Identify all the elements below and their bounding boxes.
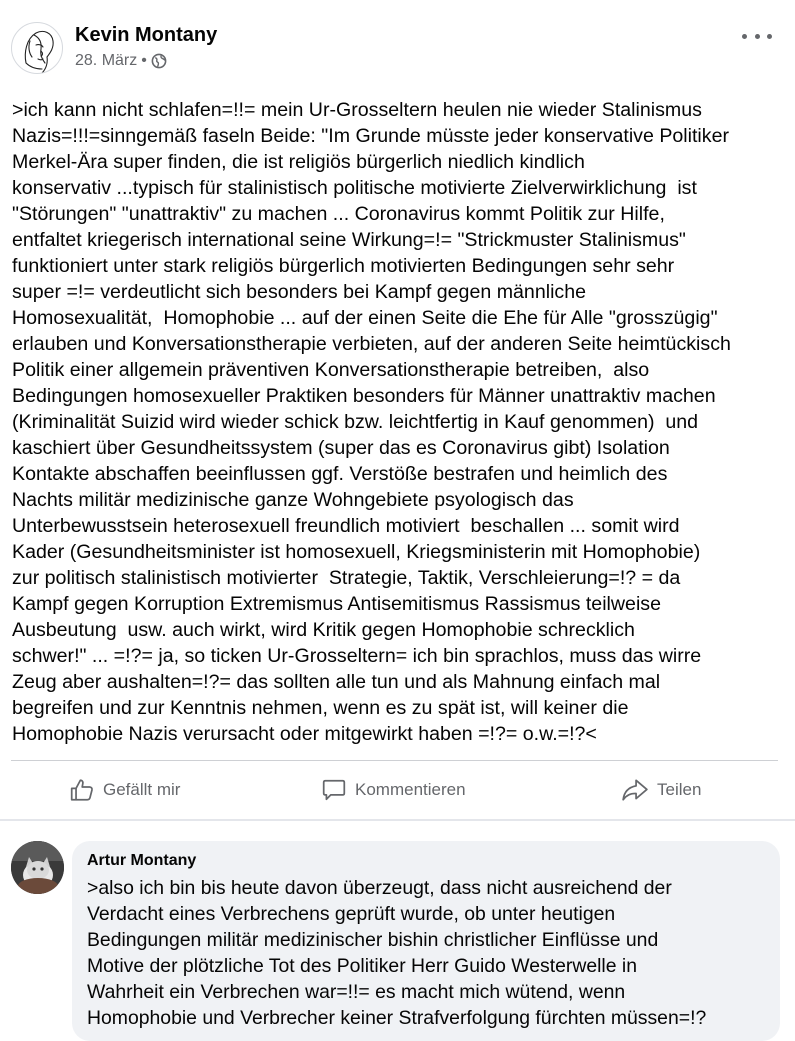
post-date[interactable]: 28. März — [75, 52, 137, 70]
more-options-button[interactable] — [742, 24, 772, 48]
thumbs-up-icon — [70, 779, 93, 801]
post-text-line: zur politisch stalinistisch motivierter … — [12, 567, 681, 589]
post-text-line: (Kriminalität Suizid wird wieder schick … — [12, 411, 699, 433]
sketch-portrait-icon — [24, 30, 54, 73]
post-text-line: Merkel-Ära super finden, die ist religiö… — [12, 151, 585, 173]
like-button[interactable]: Gefällt mir — [69, 764, 180, 816]
comment-author[interactable]: Artur Montany — [87, 852, 196, 870]
post-text-line: Bedingungen homosexueller Praktiken beso… — [12, 385, 716, 407]
post-text-line: Kader (Gesundheitsminister ist homosexue… — [12, 541, 701, 563]
post-text: >ich kann nicht schlafen=!!= mein Ur-Gro… — [12, 97, 788, 747]
commenter-avatar[interactable] — [11, 841, 64, 894]
comment-button[interactable]: Kommentieren — [321, 764, 466, 816]
cat-photo-icon — [11, 841, 64, 894]
post-text-line: Zeug aber aushalten=!?= das sollten alle… — [12, 671, 661, 693]
author-name[interactable]: Kevin Montany — [75, 24, 217, 47]
comment-text: >also ich bin bis heute davon überzeugt,… — [87, 875, 777, 1031]
post-header: Kevin Montany 28. März • — [11, 22, 786, 82]
post-text-line: >ich kann nicht schlafen=!!= mein Ur-Gro… — [12, 99, 702, 121]
more-dot — [754, 33, 760, 39]
post-text-line: Kontakte abschaffen beeinflussen ggf. Ve… — [12, 463, 668, 485]
more-dot — [767, 33, 772, 39]
post-text-line: "Störungen" "unattraktiv" zu machen ... … — [12, 203, 665, 225]
post-text-line: Unterbewusstsein heterosexuell freundlic… — [12, 515, 680, 537]
comment-bubble: Artur Montany >also ich bin bis heute da… — [72, 841, 780, 1041]
comment-text-line: Verdacht eines Verbrechens geprüft wurde… — [87, 903, 616, 925]
comments-separator — [0, 819, 795, 821]
comment-text-line: Motive der plötzliche Tot des Politiker … — [87, 955, 637, 977]
post-text-line: Politik einer allgemein präventiven Konv… — [12, 359, 650, 381]
post-text-line: Homosexualität, Homophobie ... auf der e… — [12, 307, 718, 329]
post-text-line: Kampf gegen Korruption Extremismus Antis… — [12, 593, 662, 615]
comment-label: Kommentieren — [355, 780, 466, 799]
comment-text-line: Wahrheit ein Verbrechen war=!!= es macht… — [87, 981, 626, 1003]
share-label: Teilen — [657, 780, 702, 799]
comment-text-line: Homophobie und Verbrecher keiner Strafve… — [87, 1007, 707, 1029]
post-actions-bar: Gefällt mir Kommentieren Teilen — [11, 764, 778, 816]
actions-divider — [11, 760, 778, 761]
comment-text-line: >also ich bin bis heute davon überzeugt,… — [87, 877, 672, 899]
post-text-line: konservativ ...typisch für stalinistisch… — [12, 177, 697, 199]
globe-icon — [151, 53, 167, 69]
post-text-line: super =!= verdeutlicht sich besonders be… — [12, 281, 587, 303]
post-text-line: kaschiert über Gesundheitssystem (super … — [12, 437, 670, 459]
more-horizontal-icon — [742, 33, 747, 39]
share-arrow-icon — [622, 779, 648, 801]
post-text-line: schwer!" ... =!?= ja, so ticken Ur-Gross… — [12, 645, 702, 667]
post-text-line: Nazis=!!!=sinngemäß faseln Beide: "Im Gr… — [12, 125, 730, 147]
share-button[interactable]: Teilen — [621, 764, 701, 816]
meta-separator: • — [141, 52, 147, 69]
post-text-line: Nachts militär medizinische ganze Wohnge… — [12, 489, 574, 511]
post-text-line: begreifen und zur Kenntnis nehmen, wenn … — [12, 697, 629, 719]
post-text-line: erlauben und Konversationstherapie verbi… — [12, 333, 731, 355]
comment-bubble-icon — [322, 779, 346, 801]
post-text-line: Homophobie Nazis verursacht oder mitgewi… — [12, 723, 597, 745]
comment-text-line: Bedingungen militär medizinischer bishin… — [87, 929, 659, 951]
author-avatar[interactable] — [11, 22, 63, 74]
post-text-line: funktioniert unter stark religiös bürger… — [12, 255, 675, 277]
like-label: Gefällt mir — [103, 780, 181, 799]
post-meta: 28. März • — [75, 52, 167, 70]
post-text-line: Ausbeutung usw. auch wirkt, wird Kritik … — [12, 619, 635, 641]
post-text-line: entfaltet kriegerisch international sein… — [12, 229, 686, 251]
